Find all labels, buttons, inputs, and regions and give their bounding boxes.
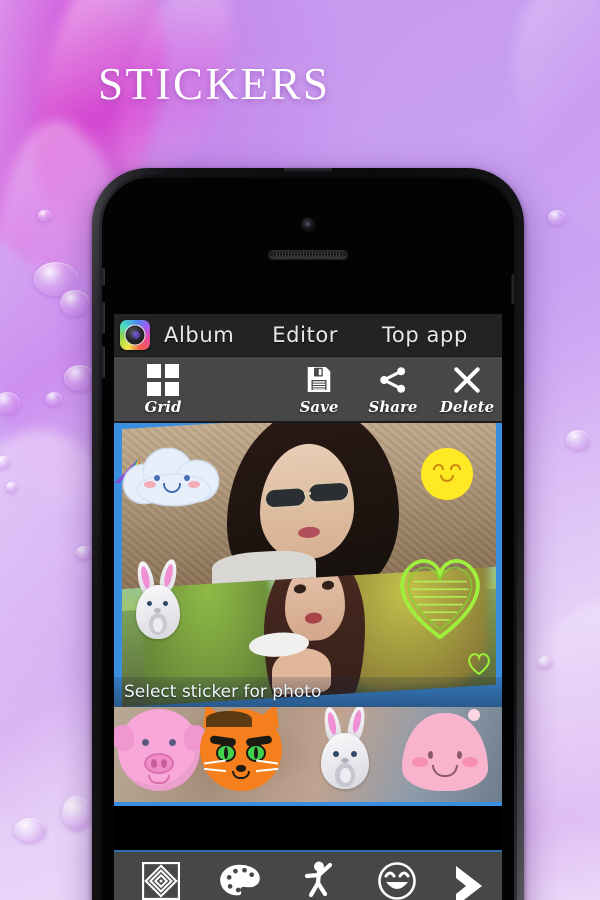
phone-bezel: Album Editor Top app Grid Save Share Del… [99,175,517,900]
water-droplet [566,430,590,450]
water-droplet [76,546,92,559]
phone-top-button[interactable] [284,168,332,172]
bunny-sticker[interactable] [314,707,376,791]
water-droplet [14,818,46,842]
share-button-label: Share [368,398,418,416]
sun-face-sticker [404,431,490,517]
power-button[interactable] [511,274,514,304]
cat-sticker[interactable] [194,707,288,791]
person-figure-icon [302,860,336,900]
bunny-sticker [128,557,188,641]
save-button[interactable]: Save [284,357,354,416]
phone-face: Album Editor Top app Grid Save Share Del… [102,178,514,900]
water-droplet [60,290,90,316]
volume-up-button[interactable] [102,302,105,334]
green-heart-sticker [392,549,488,641]
anime-boy-sticker[interactable] [498,715,502,795]
volume-down-button[interactable] [102,346,105,378]
phone-screen: Album Editor Top app Grid Save Share Del… [114,314,502,900]
water-droplet [538,656,552,668]
phone-mockup: Album Editor Top app Grid Save Share Del… [92,168,524,900]
grid-button[interactable]: Grid [128,357,198,416]
water-droplet [62,796,92,830]
water-droplet [6,482,17,492]
next-page-button[interactable] [436,860,502,900]
palette-icon [218,860,262,900]
water-droplet [38,210,51,221]
editor-toolbar: Grid Save Share Delete [114,357,502,423]
chevron-right-icon [448,860,490,900]
app-navigation-bar: Album Editor Top app [114,314,502,357]
share-nodes-icon [377,363,409,396]
delete-button-label: Delete [439,398,495,416]
smiley-face-icon [377,860,417,900]
patterns-button[interactable]: Patterns [122,860,200,900]
water-droplet [46,392,62,406]
camera-app-icon[interactable] [120,320,150,350]
photo-collage[interactable]: Select sticker for photo [114,423,502,707]
save-button-label: Save [299,398,339,416]
sticker-smiley-button[interactable]: Sticker [358,860,436,900]
grid-icon [147,363,179,396]
earpiece-speaker [268,250,348,259]
nav-item-top-app[interactable]: Top app [382,323,468,347]
close-x-icon [451,363,483,396]
nav-item-editor[interactable]: Editor [272,323,338,347]
green-heart-sticker-small [466,651,492,676]
nav-item-album[interactable]: Album [164,323,234,347]
color-grid-button[interactable]: Color Grid [200,860,279,900]
floppy-disk-icon [304,363,334,396]
cloud-face-sticker [122,445,226,507]
pink-blob-sticker[interactable] [402,709,488,791]
pattern-diamond-icon [142,860,181,900]
delete-button[interactable]: Delete [432,357,502,416]
collage-caption: Select sticker for photo [114,677,502,707]
share-button[interactable]: Share [358,357,428,416]
front-camera-icon [301,218,315,231]
pig-sticker[interactable] [114,709,206,791]
sticker-person-button[interactable]: Sticker [279,860,357,900]
page-title: STICKERS [98,59,331,109]
feature-toolbar: Patterns [114,850,502,900]
grid-button-label: Grid [144,398,182,416]
silent-switch[interactable] [102,268,105,286]
sticker-picker-strip[interactable] [114,707,502,806]
water-droplet [548,210,566,225]
